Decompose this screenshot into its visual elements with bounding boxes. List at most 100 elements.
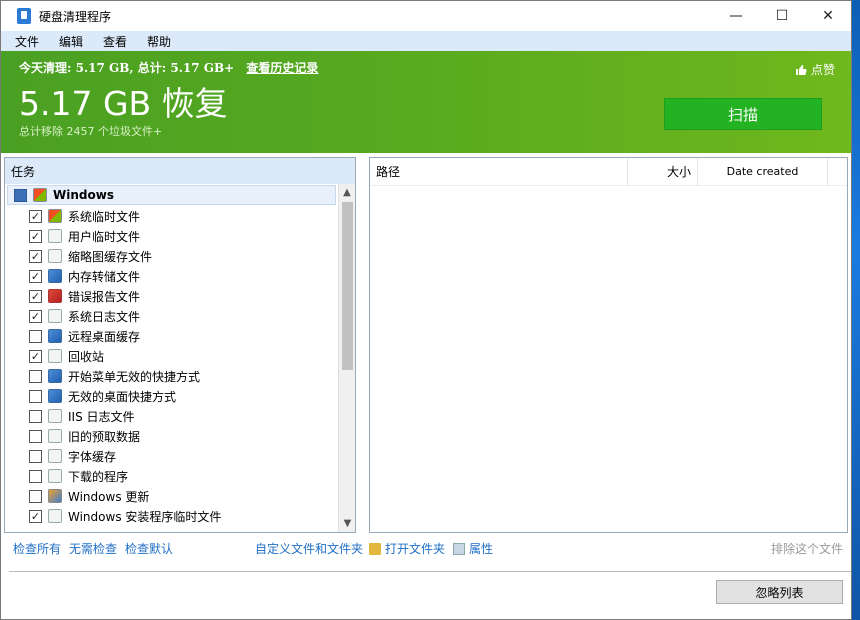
task-scrollbar[interactable]: ▲ ▼	[338, 184, 355, 532]
task-panel: 任务 Windows ✓ 系统临时文件 ✓ 用户临时文件 ✓ 缩略图缓存文件 ✓ 内存转储文件…	[4, 157, 356, 533]
task-item[interactable]: 远程桌面缓存	[5, 326, 338, 346]
total-removed: 总计移除 2457 个垃圾文件+	[19, 125, 163, 138]
recovered-amount: 5.17 GB 恢复	[19, 84, 228, 123]
scan-button[interactable]: 扫描	[664, 98, 822, 130]
plain-item-icon	[48, 229, 62, 243]
tree-group-windows[interactable]: Windows	[7, 185, 336, 205]
task-item[interactable]: 下载的程序	[5, 466, 338, 486]
column-date-created[interactable]: Date created	[698, 157, 828, 186]
bottom-divider	[9, 571, 851, 572]
plain-item-icon	[48, 249, 62, 263]
content-area: 任务 Windows ✓ 系统临时文件 ✓ 用户临时文件 ✓ 缩略图缓存文件 ✓ 内存转储文件…	[1, 154, 851, 574]
task-item[interactable]: ✓ 错误报告文件	[5, 286, 338, 306]
check-default-link[interactable]: 检查默认	[125, 540, 173, 557]
task-checkbox[interactable]: ✓	[29, 289, 42, 303]
task-checkbox[interactable]	[29, 329, 42, 343]
window-title: 硬盘清理程序	[39, 9, 112, 24]
app-window: 硬盘清理程序 — ☐ ✕ 文件 编辑 查看 帮助 今天清理: 5.17 GB, …	[0, 0, 852, 620]
maximize-button[interactable]: ☐	[759, 1, 805, 31]
task-label: 远程桌面缓存	[68, 329, 141, 344]
task-checkbox[interactable]	[29, 489, 42, 503]
summary-banner: 今天清理: 5.17 GB, 总计: 5.17 GB+ 查看历史记录 5.17 …	[1, 51, 851, 153]
task-checkbox[interactable]	[29, 449, 42, 463]
task-item[interactable]: ✓ 回收站	[5, 346, 338, 366]
app-logo-icon	[17, 8, 31, 24]
column-path[interactable]: 路径	[370, 157, 628, 186]
properties-link[interactable]: 属性	[453, 540, 493, 557]
exclude-file-link[interactable]: 排除这个文件	[771, 540, 843, 557]
task-item[interactable]: ✓ 缩略图缓存文件	[5, 246, 338, 266]
task-item[interactable]: ✓ Windows 安装程序临时文件	[5, 506, 338, 526]
task-label: 内存转储文件	[68, 269, 141, 284]
task-checkbox[interactable]	[29, 369, 42, 383]
plain-item-icon	[48, 509, 62, 523]
menu-file[interactable]: 文件	[5, 33, 49, 50]
plain-item-icon	[48, 309, 62, 323]
task-checkbox[interactable]: ✓	[29, 269, 42, 283]
file-list-header: 路径 大小 Date created	[370, 157, 847, 186]
menu-help[interactable]: 帮助	[137, 33, 181, 50]
task-checkbox[interactable]: ✓	[29, 509, 42, 523]
close-button[interactable]: ✕	[805, 1, 851, 31]
like-button[interactable]: 点赞	[795, 61, 835, 78]
task-item[interactable]: IIS 日志文件	[5, 406, 338, 426]
folder-icon	[369, 543, 381, 555]
history-link[interactable]: 查看历史记录	[246, 61, 318, 75]
menu-bar: 文件 编辑 查看 帮助	[1, 31, 851, 51]
task-label: 缩略图缓存文件	[68, 249, 153, 264]
task-item[interactable]: ✓ 系统临时文件	[5, 206, 338, 226]
task-checkbox[interactable]: ✓	[29, 249, 42, 263]
task-item[interactable]: 旧的预取数据	[5, 426, 338, 446]
plain-item-icon	[48, 449, 62, 463]
task-label: 系统临时文件	[68, 209, 141, 224]
like-label: 点赞	[810, 63, 835, 77]
task-checkbox[interactable]: ✓	[29, 229, 42, 243]
custom-files-link[interactable]: 自定义文件和文件夹	[255, 540, 363, 557]
scroll-up-arrow-icon[interactable]: ▲	[339, 184, 355, 201]
window-controls: — ☐ ✕	[713, 1, 851, 31]
orange-item-icon	[48, 489, 62, 503]
cleanup-summary: 今天清理: 5.17 GB, 总计: 5.17 GB+	[19, 61, 235, 75]
task-checkbox[interactable]	[29, 429, 42, 443]
actions-row: 检查所有 无需检查 检查默认 自定义文件和文件夹 打开文件夹 属性 排除这个文件	[1, 540, 851, 560]
check-none-link[interactable]: 无需检查	[69, 540, 117, 557]
task-label: 错误报告文件	[68, 289, 141, 304]
scroll-down-arrow-icon[interactable]: ▼	[339, 515, 356, 532]
task-checkbox[interactable]: ✓	[29, 309, 42, 323]
ignore-list-button[interactable]: 忽略列表	[716, 580, 843, 604]
task-checkbox[interactable]	[29, 389, 42, 403]
task-label: 开始菜单无效的快捷方式	[68, 369, 201, 384]
task-item[interactable]: 开始菜单无效的快捷方式	[5, 366, 338, 386]
column-size[interactable]: 大小	[628, 157, 698, 186]
menu-edit[interactable]: 编辑	[49, 33, 93, 50]
task-label: 回收站	[68, 349, 105, 364]
task-item[interactable]: Windows 更新	[5, 486, 338, 506]
task-checkbox[interactable]: ✓	[29, 209, 42, 223]
task-checkbox[interactable]	[29, 409, 42, 423]
task-item[interactable]: ✓ 系统日志文件	[5, 306, 338, 326]
open-folder-link[interactable]: 打开文件夹	[369, 540, 445, 557]
menu-view[interactable]: 查看	[93, 33, 137, 50]
task-header: 任务	[5, 158, 355, 184]
task-item[interactable]: ✓ 内存转储文件	[5, 266, 338, 286]
task-item[interactable]: 无效的桌面快捷方式	[5, 386, 338, 406]
red-item-icon	[48, 289, 62, 303]
blue-item-icon	[48, 329, 62, 343]
check-all-link[interactable]: 检查所有	[13, 540, 61, 557]
group-checkbox[interactable]	[14, 188, 27, 202]
plain-item-icon	[48, 469, 62, 483]
task-checkbox[interactable]: ✓	[29, 349, 42, 363]
minimize-button[interactable]: —	[713, 1, 759, 31]
plain-item-icon	[48, 429, 62, 443]
plain-item-icon	[48, 349, 62, 363]
blue-item-icon	[48, 389, 62, 403]
task-item[interactable]: 字体缓存	[5, 446, 338, 466]
task-item[interactable]: ✓ 用户临时文件	[5, 226, 338, 246]
blue-item-icon	[48, 269, 62, 283]
scroll-thumb[interactable]	[342, 202, 353, 370]
task-label: 旧的预取数据	[68, 429, 141, 444]
task-checkbox[interactable]	[29, 469, 42, 483]
win-item-icon	[48, 209, 62, 223]
blue-item-icon	[48, 369, 62, 383]
windows-logo-icon	[33, 188, 47, 202]
